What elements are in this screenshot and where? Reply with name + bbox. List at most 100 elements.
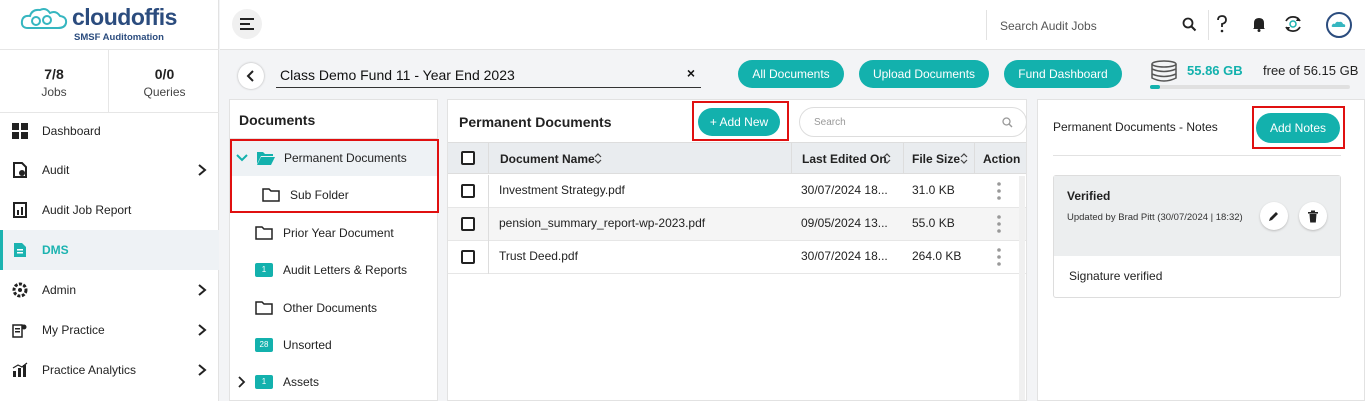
document-search-input[interactable]: Search [799, 107, 1027, 137]
nav-label: DMS [42, 243, 69, 257]
sort-icon[interactable] [960, 153, 968, 164]
table-row[interactable]: Investment Strategy.pdf 30/07/2024 18...… [448, 175, 1026, 208]
delete-note-button[interactable] [1299, 202, 1327, 230]
trash-icon [1308, 210, 1318, 222]
select-all-checkbox[interactable] [461, 151, 475, 165]
back-button[interactable] [238, 63, 264, 89]
folder-audit-letters-reports[interactable]: 1 Audit Letters & Reports [230, 251, 437, 288]
row-checkbox[interactable] [461, 184, 475, 198]
row-checkbox[interactable] [461, 217, 475, 231]
folder-unsorted[interactable]: 28 Unsorted [230, 326, 437, 363]
last-edited: 30/07/2024 18... [801, 183, 888, 197]
notification-bell-icon[interactable] [1252, 16, 1266, 32]
folder-count-icon: 1 [255, 374, 273, 389]
nav-dms[interactable]: DMS [0, 230, 219, 270]
row-checkbox[interactable] [461, 250, 475, 264]
search-icon[interactable] [1182, 17, 1197, 32]
chevron-right-icon[interactable] [237, 375, 247, 388]
more-actions-icon[interactable] [997, 248, 1001, 266]
nav-practice-analytics[interactable]: Practice Analytics [0, 350, 219, 390]
storage-used: 55.86 GB [1187, 63, 1243, 78]
folder-label: Assets [283, 374, 320, 389]
admin-gear-icon [12, 282, 28, 298]
document-name[interactable]: Trust Deed.pdf [499, 249, 578, 263]
chevron-right-icon [198, 364, 207, 376]
nav-admin[interactable]: Admin [0, 270, 219, 310]
folder-other-documents[interactable]: Other Documents [230, 289, 437, 326]
menu-toggle-button[interactable] [232, 9, 262, 39]
jobs-label: Jobs [41, 85, 67, 99]
all-documents-button[interactable]: All Documents [738, 60, 844, 88]
queries-stat[interactable]: 0/0 Queries [110, 50, 219, 113]
divider [488, 241, 489, 274]
column-last-edited[interactable]: Last Edited On [802, 152, 887, 166]
folder-icon [255, 300, 273, 315]
edit-note-button[interactable] [1260, 202, 1288, 230]
report-icon [13, 202, 27, 218]
sort-icon[interactable] [594, 153, 602, 164]
clear-fund-button[interactable]: × [687, 65, 695, 81]
fund-dashboard-button[interactable]: Fund Dashboard [1004, 60, 1122, 88]
more-actions-icon[interactable] [997, 215, 1001, 233]
document-name[interactable]: Investment Strategy.pdf [499, 183, 625, 197]
nav-label: Admin [42, 283, 77, 297]
sidebar: cloudoffis SMSF Auditomation 7/8 Jobs 0/… [0, 0, 219, 401]
storage-total: free of 56.15 GB [1263, 63, 1359, 78]
highlight-box [692, 101, 789, 141]
cloud-logo-icon [20, 8, 68, 29]
column-action: Action [983, 152, 1021, 166]
scrollbar[interactable] [1019, 176, 1025, 400]
help-icon[interactable] [1216, 15, 1228, 33]
folder-assets[interactable]: 1 Assets [230, 363, 437, 400]
nav-dashboard[interactable]: Dashboard [0, 111, 219, 151]
search-placeholder: Search [814, 117, 846, 128]
table-header: Document Name Last Edited On File Size A… [448, 142, 1026, 174]
fund-selector[interactable]: Class Demo Fund 11 - Year End 2023 × [276, 60, 701, 88]
pencil-icon [1269, 212, 1278, 221]
document-icon [14, 243, 26, 257]
brand-subtitle: SMSF Auditomation [74, 32, 164, 43]
practice-icon [12, 324, 27, 338]
documents-panel: Permanent Documents + Add New Search Doc… [447, 99, 1027, 401]
file-size: 55.0 KB [912, 216, 955, 230]
table-row[interactable]: Trust Deed.pdf 30/07/2024 18... 264.0 KB [448, 241, 1026, 274]
audit-jobs-search-input[interactable]: Search Audit Jobs [986, 10, 1206, 40]
column-document-name[interactable]: Document Name [500, 152, 595, 166]
divider [488, 175, 489, 208]
divider [903, 143, 904, 173]
column-file-size[interactable]: File Size [912, 152, 960, 166]
brand-name: cloudoffis [72, 4, 177, 30]
documents-heading: Documents [239, 112, 316, 128]
note-body: Signature verified [1069, 269, 1163, 283]
divider [1208, 10, 1209, 40]
avatar[interactable] [1326, 12, 1352, 38]
last-edited: 09/05/2024 13... [801, 216, 888, 230]
folder-prior-year-document[interactable]: Prior Year Document [230, 214, 437, 251]
nav-audit-job-report[interactable]: Audit Job Report [0, 190, 219, 230]
documents-panel-title: Permanent Documents [459, 114, 612, 130]
chevron-right-icon [198, 284, 207, 296]
nav-label: Dashboard [42, 124, 101, 138]
avatar-logo-icon [1331, 21, 1346, 27]
folder-icon [255, 225, 273, 240]
sort-icon[interactable] [883, 153, 891, 164]
analytics-chart-icon [12, 362, 28, 377]
more-actions-icon[interactable] [997, 182, 1001, 200]
nav-label: My Practice [42, 323, 105, 337]
jobs-stat[interactable]: 7/8 Jobs [0, 50, 109, 113]
notes-panel: Permanent Documents - Notes Add Notes Ve… [1037, 99, 1365, 401]
nav-label: Audit Job Report [42, 203, 132, 217]
table-row[interactable]: pension_summary_report-wp-2023.pdf 09/05… [448, 208, 1026, 241]
folder-label: Unsorted [283, 337, 332, 352]
nav-my-practice[interactable]: My Practice [0, 310, 219, 350]
search-placeholder: Search Audit Jobs [1000, 19, 1097, 33]
sync-icon[interactable] [1282, 13, 1304, 35]
chevron-left-icon [246, 70, 254, 82]
folder-label: Prior Year Document [283, 225, 394, 240]
folder-tree-panel: Documents Permanent Documents Sub Folder… [229, 99, 439, 401]
document-name[interactable]: pension_summary_report-wp-2023.pdf [499, 216, 705, 230]
upload-documents-button[interactable]: Upload Documents [859, 60, 989, 88]
brand-logo[interactable]: cloudoffis SMSF Auditomation [0, 0, 219, 50]
queries-label: Queries [143, 85, 186, 99]
nav-audit[interactable]: Audit [0, 150, 219, 190]
